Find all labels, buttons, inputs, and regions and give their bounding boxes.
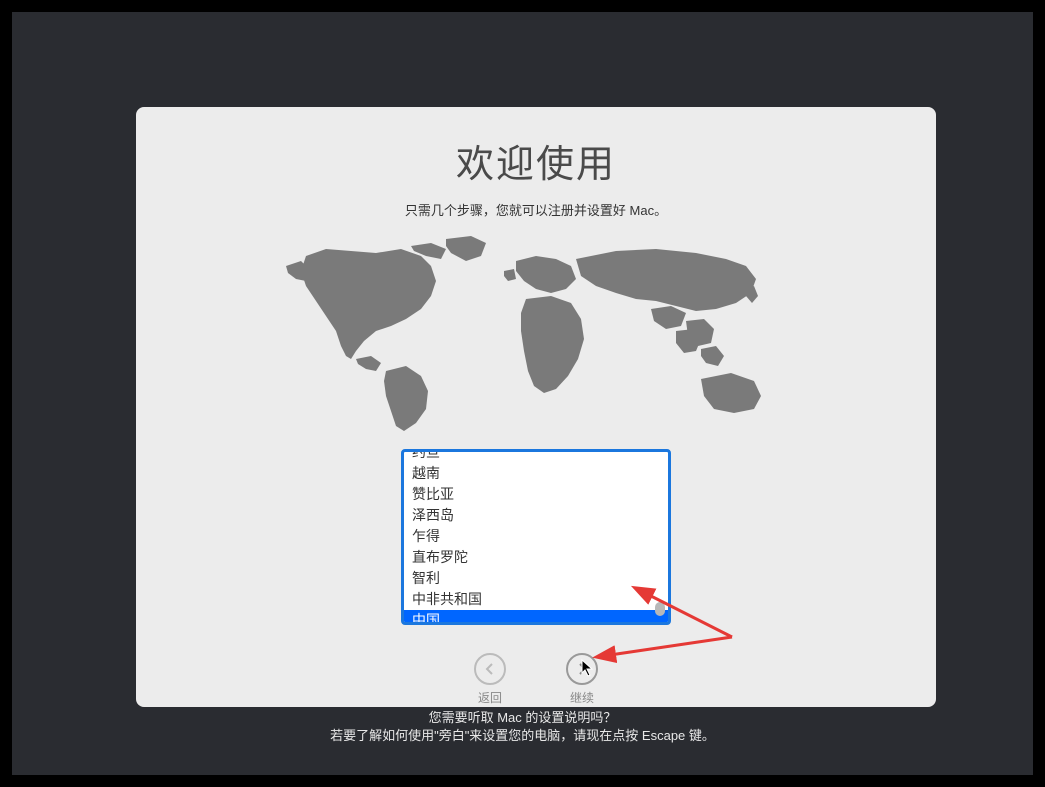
country-list-scroll[interactable]: 约旦 越南 赞比亚 泽西岛 乍得 直布罗陀 智利 中非共和国 中国 — [404, 452, 668, 622]
world-map-svg — [256, 231, 816, 441]
continue-label: 继续 — [570, 689, 594, 706]
desktop-background: 欢迎使用 只需几个步骤，您就可以注册并设置好 Mac。 — [12, 12, 1033, 775]
country-item[interactable]: 越南 — [404, 463, 668, 484]
help-line1: 您需要听取 Mac 的设置说明吗？ — [12, 709, 1033, 727]
country-item[interactable]: 乍得 — [404, 526, 668, 547]
help-line2: 若要了解如何使用"旁白"来设置您的电脑，请现在点按 Escape 键。 — [12, 727, 1033, 745]
dialog-subtitle: 只需几个步骤，您就可以注册并设置好 Mac。 — [405, 200, 667, 219]
country-item[interactable]: 直布罗陀 — [404, 547, 668, 568]
help-text: 您需要听取 Mac 的设置说明吗？ 若要了解如何使用"旁白"来设置您的电脑，请现… — [12, 709, 1033, 745]
country-item-selected[interactable]: 中国 — [404, 610, 668, 622]
country-item[interactable]: 智利 — [404, 568, 668, 589]
world-map — [256, 231, 816, 441]
country-list[interactable]: 约旦 越南 赞比亚 泽西岛 乍得 直布罗陀 智利 中非共和国 中国 — [401, 449, 671, 625]
country-item[interactable]: 赞比亚 — [404, 484, 668, 505]
bottom-nav: 返回 继续 — [474, 653, 598, 706]
back-button[interactable]: 返回 — [474, 653, 506, 706]
back-label: 返回 — [478, 689, 502, 706]
country-item[interactable]: 中非共和国 — [404, 589, 668, 610]
welcome-dialog: 欢迎使用 只需几个步骤，您就可以注册并设置好 Mac。 — [136, 107, 936, 707]
scrollbar-thumb[interactable] — [655, 602, 665, 616]
forward-arrow-icon — [566, 653, 598, 685]
continue-button[interactable]: 继续 — [566, 653, 598, 706]
country-item[interactable]: 泽西岛 — [404, 505, 668, 526]
country-item[interactable]: 约旦 — [404, 452, 668, 463]
back-arrow-icon — [474, 653, 506, 685]
dialog-title: 欢迎使用 — [456, 133, 616, 188]
